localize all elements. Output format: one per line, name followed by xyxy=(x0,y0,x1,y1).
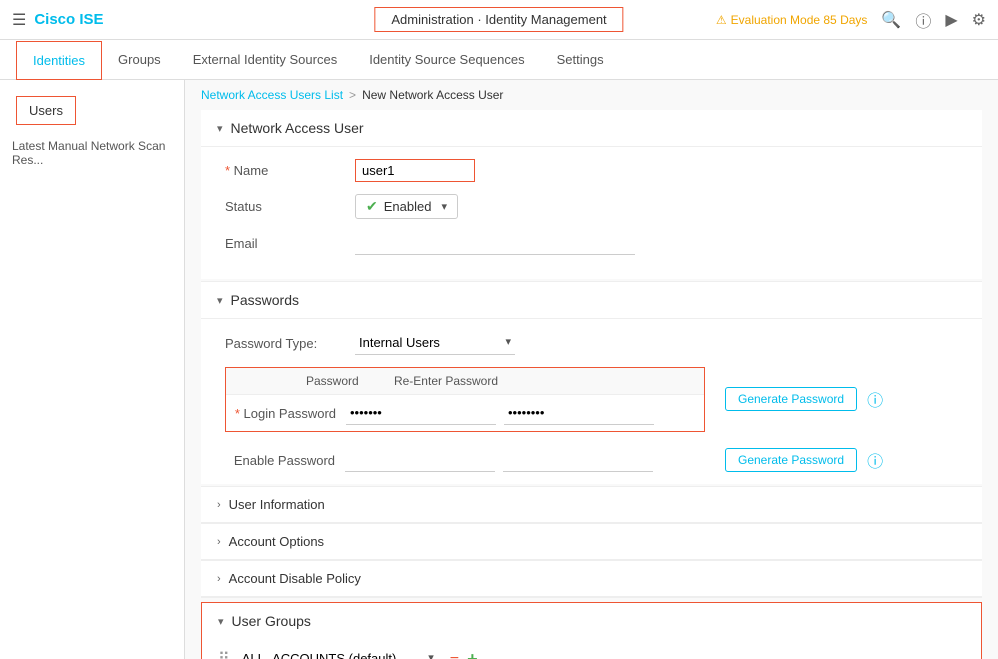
section-user-groups: ▾ User Groups ⠿ ALL_ACCOUNTS (default) E… xyxy=(201,602,982,659)
group-select[interactable]: ALL_ACCOUNTS (default) Employee Guest xyxy=(238,647,438,659)
section-title-user: Network Access User xyxy=(231,120,364,136)
hamburger-icon[interactable]: ☰ xyxy=(12,10,26,30)
login-pw-label: Login Password xyxy=(226,406,346,421)
generate-enable-pw-button[interactable]: Generate Password xyxy=(725,448,857,472)
main-layout: Users Latest Manual Network Scan Res... … xyxy=(0,80,998,659)
notifications-icon[interactable]: ▶ xyxy=(945,10,957,30)
user-info-title: User Information xyxy=(229,497,325,512)
group-row: ⠿ ALL_ACCOUNTS (default) Employee Guest … xyxy=(218,647,965,659)
pw-type-row: Password Type: Internal Users External U… xyxy=(225,331,958,355)
status-dropdown[interactable]: ✔ Enabled ▾ xyxy=(355,194,458,219)
section-passwords: ▾ Passwords Password Type: Internal User… xyxy=(201,282,982,484)
section-user-info[interactable]: › User Information xyxy=(201,487,982,523)
pw-type-select-wrap: Internal Users External Users xyxy=(355,331,515,355)
help-icon[interactable]: ⓘ xyxy=(915,8,931,32)
section-account-disable[interactable]: › Account Disable Policy xyxy=(201,561,982,597)
status-chevron-icon: ▾ xyxy=(441,200,447,213)
login-pw-input[interactable] xyxy=(346,401,496,425)
login-pw-reenter-input[interactable] xyxy=(504,401,654,425)
section-title-pw: Passwords xyxy=(231,292,299,308)
user-groups-title: User Groups xyxy=(232,613,311,629)
tab-external[interactable]: External Identity Sources xyxy=(177,40,354,79)
name-row: Name xyxy=(225,159,958,182)
enable-pw-reenter-input[interactable] xyxy=(503,448,653,472)
cisco-brand: Cisco ISE xyxy=(34,11,103,28)
user-groups-chevron-icon: ▾ xyxy=(218,615,224,628)
user-groups-body: ⠿ ALL_ACCOUNTS (default) Employee Guest … xyxy=(202,639,981,659)
section-passwords-body: Password Type: Internal Users External U… xyxy=(201,319,982,484)
drag-handle-icon[interactable]: ⠿ xyxy=(218,649,230,659)
gen-enable-pw-info-icon[interactable]: ⓘ xyxy=(867,448,883,472)
pw-type-select[interactable]: Internal Users External Users xyxy=(355,331,515,355)
search-icon[interactable]: 🔍 xyxy=(881,10,901,30)
pw-type-label: Password Type: xyxy=(225,336,355,351)
sidebar-tab-users[interactable]: Users xyxy=(16,96,76,125)
warning-icon: ⚠ xyxy=(716,13,727,27)
breadcrumb: Network Access Users List > New Network … xyxy=(201,80,982,110)
enable-pw-input[interactable] xyxy=(345,448,495,472)
sidebar-item-latest[interactable]: Latest Manual Network Scan Res... xyxy=(0,133,184,173)
section-passwords-header[interactable]: ▾ Passwords xyxy=(201,282,982,319)
account-options-chevron-icon: › xyxy=(217,536,221,548)
main-tabs: Identities Groups External Identity Sour… xyxy=(0,40,998,80)
group-remove-icon[interactable]: − xyxy=(450,650,459,659)
name-input[interactable] xyxy=(355,159,475,182)
sidebar: Users Latest Manual Network Scan Res... xyxy=(0,80,185,659)
account-options-title: Account Options xyxy=(229,534,324,549)
gen-pw-info-icon[interactable]: ⓘ xyxy=(867,387,883,411)
section-network-access-user: ▾ Network Access User Name Status ✔ Enab… xyxy=(201,110,982,279)
pw-col-reenter-label: Re-Enter Password xyxy=(366,374,526,388)
group-add-icon[interactable]: + xyxy=(467,649,478,659)
tab-groups[interactable]: Groups xyxy=(102,40,177,79)
name-label: Name xyxy=(225,163,355,178)
status-row: Status ✔ Enabled ▾ xyxy=(225,194,958,219)
breadcrumb-separator: > xyxy=(349,88,356,102)
section-network-access-user-header[interactable]: ▾ Network Access User xyxy=(201,110,982,147)
generate-pw-button[interactable]: Generate Password xyxy=(725,387,857,411)
section-user-body: Name Status ✔ Enabled ▾ Email xyxy=(201,147,982,279)
page-title: Administration · Identity Management xyxy=(374,7,623,32)
email-label: Email xyxy=(225,236,355,251)
settings-icon[interactable]: ⚙ xyxy=(972,10,986,30)
section-chevron-pw: ▾ xyxy=(217,294,223,307)
email-row: Email xyxy=(225,231,958,255)
status-check-icon: ✔ xyxy=(366,198,378,215)
navbar-left: ☰ Cisco ISE xyxy=(12,10,104,30)
enable-pw-label: Enable Password xyxy=(225,453,345,468)
navbar: ☰ Cisco ISE Administration · Identity Ma… xyxy=(0,0,998,40)
navbar-right: ⚠ Evaluation Mode 85 Days 🔍 ⓘ ▶ ⚙ xyxy=(716,8,986,32)
section-chevron-user: ▾ xyxy=(217,122,223,135)
breadcrumb-parent[interactable]: Network Access Users List xyxy=(201,88,343,102)
status-label: Status xyxy=(225,199,355,214)
eval-warning: ⚠ Evaluation Mode 85 Days xyxy=(716,13,868,27)
group-select-wrap: ALL_ACCOUNTS (default) Employee Guest xyxy=(238,647,438,659)
password-table: Password Re-Enter Password Login Passwor… xyxy=(225,367,705,432)
login-pw-row: Login Password xyxy=(226,395,704,431)
email-input[interactable] xyxy=(355,231,635,255)
pw-col-password-label: Password xyxy=(226,374,366,388)
user-info-chevron-icon: › xyxy=(217,499,221,511)
account-disable-chevron-icon: › xyxy=(217,573,221,585)
user-groups-header[interactable]: ▾ User Groups xyxy=(202,603,981,639)
section-account-options[interactable]: › Account Options xyxy=(201,524,982,560)
breadcrumb-current: New Network Access User xyxy=(362,88,503,102)
content-area: Network Access Users List > New Network … xyxy=(185,80,998,659)
account-disable-title: Account Disable Policy xyxy=(229,571,361,586)
tab-identities[interactable]: Identities xyxy=(16,41,102,80)
status-value: Enabled xyxy=(384,199,432,214)
tab-sequences[interactable]: Identity Source Sequences xyxy=(353,40,540,79)
tab-settings[interactable]: Settings xyxy=(541,40,620,79)
pw-table-header: Password Re-Enter Password xyxy=(226,368,704,395)
